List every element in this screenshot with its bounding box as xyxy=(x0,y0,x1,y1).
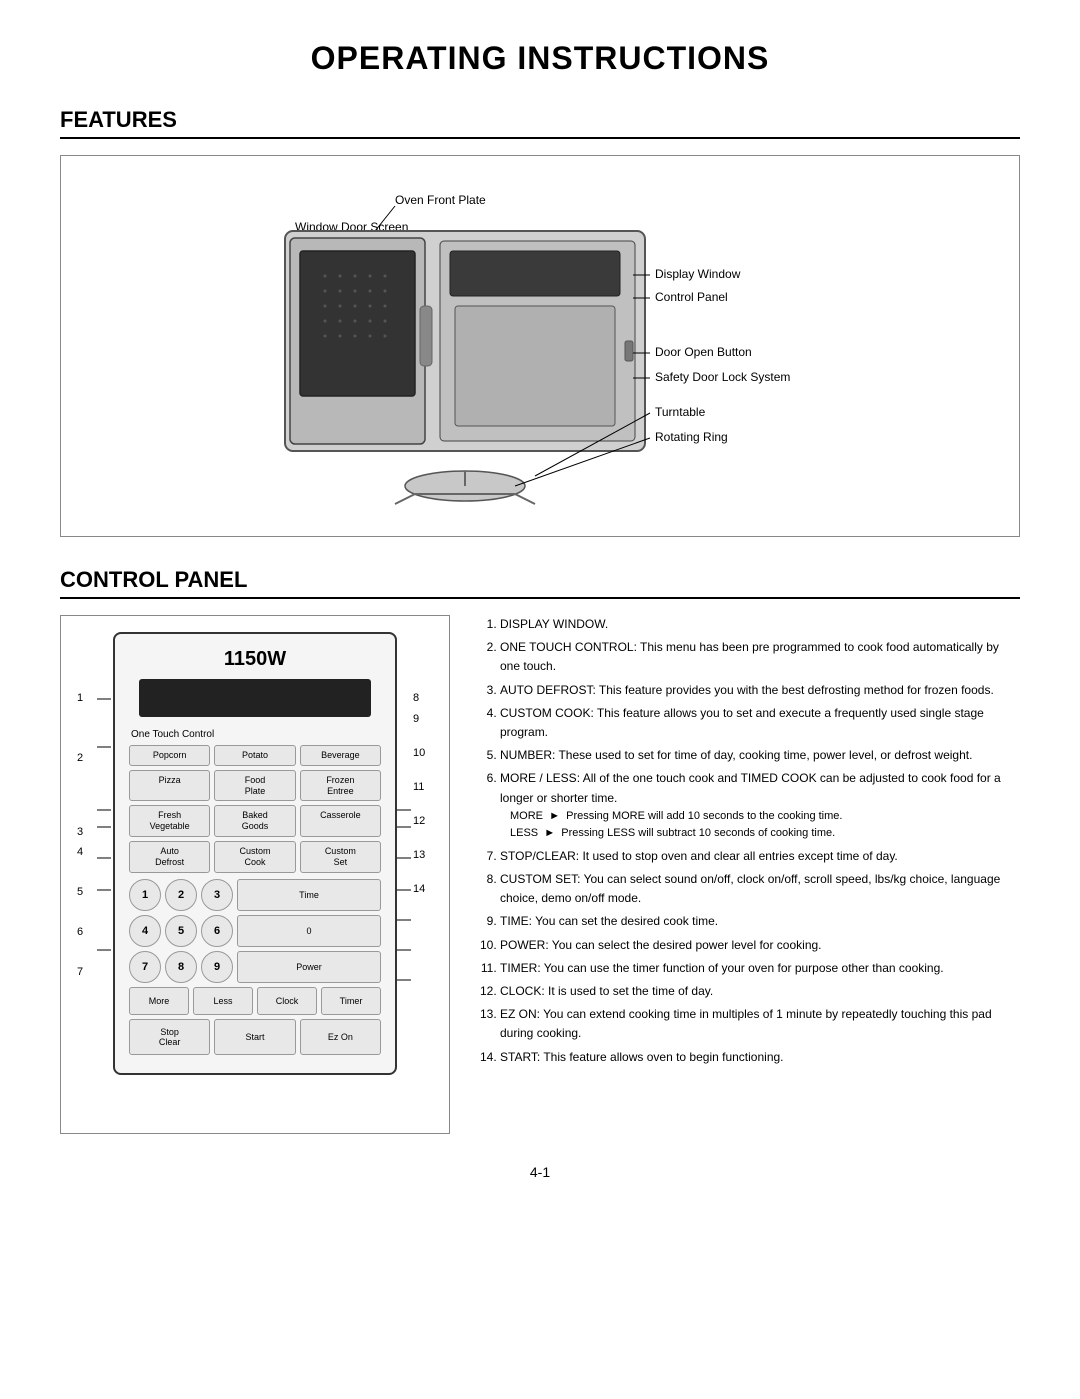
num-8: 8 xyxy=(413,692,433,704)
btn-pizza[interactable]: Pizza xyxy=(129,770,210,802)
btn-frozen-entree[interactable]: FrozenEntree xyxy=(300,770,381,802)
btn-4[interactable]: 4 xyxy=(129,915,161,947)
btn-time[interactable]: Time xyxy=(237,879,381,911)
last-row: StopClear Start Ez On xyxy=(129,1019,381,1055)
btn-clock[interactable]: Clock xyxy=(257,987,317,1015)
less-desc: LESS ► Pressing LESS will subtract 10 se… xyxy=(510,825,1020,843)
num-row-1: 1 2 3 Time xyxy=(129,879,381,911)
panel-display xyxy=(139,679,371,717)
btn-beverage[interactable]: Beverage xyxy=(300,745,381,766)
features-box: Oven Front Plate Window Door Screen Door… xyxy=(60,155,1020,537)
num-1: 1 xyxy=(77,692,97,704)
desc-3: AUTO DEFROST: This feature provides you … xyxy=(500,681,1020,700)
btn-baked-goods[interactable]: BakedGoods xyxy=(214,805,295,837)
num-row-3: 7 8 9 Power xyxy=(129,951,381,983)
desc-5: NUMBER: These used to set for time of da… xyxy=(500,746,1020,765)
desc-2: ONE TOUCH CONTROL: This menu has been pr… xyxy=(500,638,1020,676)
btn-stop-clear[interactable]: StopClear xyxy=(129,1019,210,1055)
leader-lines-svg xyxy=(97,692,113,1112)
btn-row-2: Pizza FoodPlate FrozenEntree xyxy=(129,770,381,802)
num-4: 4 xyxy=(77,846,97,858)
btn-8[interactable]: 8 xyxy=(165,951,197,983)
leader-lines-right-svg xyxy=(397,692,413,1112)
num-10: 10 xyxy=(413,747,433,759)
desc-12: CLOCK: It is used to set the time of day… xyxy=(500,982,1020,1001)
btn-power[interactable]: Power xyxy=(237,951,381,983)
leader-lines-right xyxy=(397,632,413,1117)
btn-row-3: FreshVegetable BakedGoods Casserole xyxy=(129,805,381,837)
desc-14: START: This feature allows oven to begin… xyxy=(500,1048,1020,1067)
svg-text:Display Window: Display Window xyxy=(655,267,741,281)
descriptions-ol: DISPLAY WINDOW. ONE TOUCH CONTROL: This … xyxy=(480,615,1020,1067)
num-2: 2 xyxy=(77,752,97,764)
desc-9: TIME: You can set the desired cook time. xyxy=(500,912,1020,931)
btn-0[interactable]: 0 xyxy=(237,915,381,947)
control-panel-box: 1 2 3 4 5 6 7 xyxy=(60,615,450,1134)
desc-10: POWER: You can select the desired power … xyxy=(500,936,1020,955)
num-13: 13 xyxy=(413,849,433,861)
num-3: 3 xyxy=(77,826,97,838)
num-12: 12 xyxy=(413,815,433,827)
panel-model: 1150W xyxy=(129,648,381,671)
btn-9[interactable]: 9 xyxy=(201,951,233,983)
btn-custom-set[interactable]: CustomSet xyxy=(300,841,381,873)
more-desc: MORE ► Pressing MORE will add 10 seconds… xyxy=(510,808,1020,826)
svg-text:Rotating Ring: Rotating Ring xyxy=(655,430,728,444)
features-title: FEATURES xyxy=(60,107,1020,139)
desc-13: EZ ON: You can extend cooking time in mu… xyxy=(500,1005,1020,1043)
num-11: 11 xyxy=(413,781,433,793)
btn-timer[interactable]: Timer xyxy=(321,987,381,1015)
num-7: 7 xyxy=(77,966,97,978)
num-14: 14 xyxy=(413,883,433,895)
desc-8: CUSTOM SET: You can select sound on/off,… xyxy=(500,870,1020,908)
btn-auto-defrost[interactable]: AutoDefrost xyxy=(129,841,210,873)
microwave-diagram: Oven Front Plate Window Door Screen Door… xyxy=(81,176,989,516)
btn-ez-on[interactable]: Ez On xyxy=(300,1019,381,1055)
num-9: 9 xyxy=(413,713,433,725)
btn-custom-cook[interactable]: CustomCook xyxy=(214,841,295,873)
svg-text:Turntable: Turntable xyxy=(655,405,706,419)
control-panel-section: 1 2 3 4 5 6 7 xyxy=(60,615,1020,1134)
descriptions-list: DISPLAY WINDOW. ONE TOUCH CONTROL: This … xyxy=(480,615,1020,1071)
control-panel-title: CONTROL PANEL xyxy=(60,567,1020,599)
btn-2[interactable]: 2 xyxy=(165,879,197,911)
one-touch-label: One Touch Control xyxy=(131,729,381,740)
svg-text:Control Panel: Control Panel xyxy=(655,290,728,304)
svg-text:Safety Door Lock System: Safety Door Lock System xyxy=(655,370,790,384)
btn-5[interactable]: 5 xyxy=(165,915,197,947)
leader-lines-left xyxy=(97,632,113,1117)
btn-start[interactable]: Start xyxy=(214,1019,295,1055)
svg-text:Oven Front Plate: Oven Front Plate xyxy=(395,193,486,207)
btn-row-4: AutoDefrost CustomCook CustomSet xyxy=(129,841,381,873)
desc-1: DISPLAY WINDOW. xyxy=(500,615,1020,634)
btn-7[interactable]: 7 xyxy=(129,951,161,983)
panel-left-numbers: 1 2 3 4 5 6 7 xyxy=(77,632,97,978)
btn-less[interactable]: Less xyxy=(193,987,253,1015)
desc-6: MORE / LESS: All of the one touch cook a… xyxy=(500,769,1020,843)
microwave-svg: Oven Front Plate Window Door Screen Door… xyxy=(85,176,985,506)
num-5: 5 xyxy=(77,886,97,898)
btn-1[interactable]: 1 xyxy=(129,879,161,911)
panel-right-numbers: 8 9 10 11 12 13 14 xyxy=(413,632,433,895)
btn-fresh-vegetable[interactable]: FreshVegetable xyxy=(129,805,210,837)
desc-11: TIMER: You can use the timer function of… xyxy=(500,959,1020,978)
btn-6[interactable]: 6 xyxy=(201,915,233,947)
btn-3[interactable]: 3 xyxy=(201,879,233,911)
btn-more[interactable]: More xyxy=(129,987,189,1015)
desc-7: STOP/CLEAR: It used to stop oven and cle… xyxy=(500,847,1020,866)
svg-text:Door Open Button: Door Open Button xyxy=(655,345,752,359)
btn-potato[interactable]: Potato xyxy=(214,745,295,766)
main-title: OPERATING INSTRUCTIONS xyxy=(60,40,1020,77)
btn-food-plate[interactable]: FoodPlate xyxy=(214,770,295,802)
btn-popcorn[interactable]: Popcorn xyxy=(129,745,210,766)
btn-row-1: Popcorn Potato Beverage xyxy=(129,745,381,766)
num-row-2: 4 5 6 0 xyxy=(129,915,381,947)
num-6: 6 xyxy=(77,926,97,938)
bottom-row: More Less Clock Timer xyxy=(129,987,381,1015)
panel-inner: 1150W One Touch Control Popcorn Potato B… xyxy=(113,632,397,1075)
desc-4: CUSTOM COOK: This feature allows you to … xyxy=(500,704,1020,742)
btn-casserole[interactable]: Casserole xyxy=(300,805,381,837)
page-number: 4-1 xyxy=(60,1164,1020,1180)
